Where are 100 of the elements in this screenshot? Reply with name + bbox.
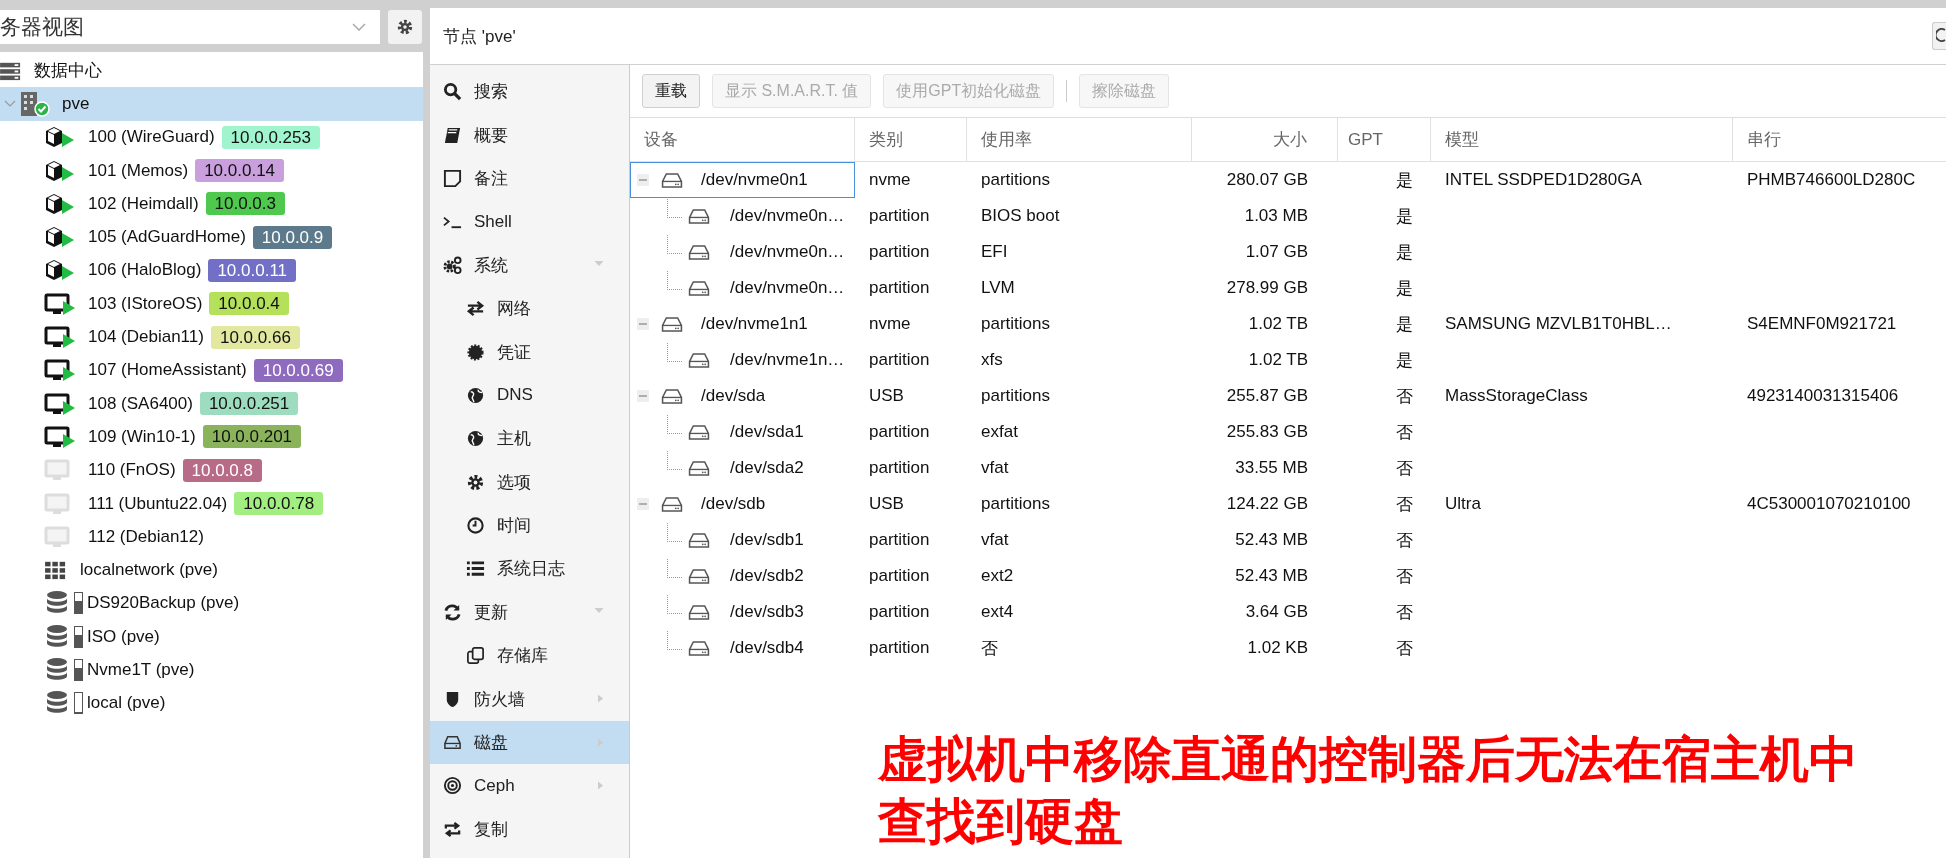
ceph-icon — [443, 776, 462, 796]
column-header[interactable]: 串行 — [1733, 118, 1946, 161]
table-cell-text: 是 — [1395, 205, 1414, 228]
tree-item[interactable]: 107 (HomeAssistant) 10.0.0.69 — [0, 353, 423, 387]
tree-item[interactable]: 108 (SA6400) 10.0.0.251 — [0, 386, 423, 421]
device-cell[interactable]: /dev/nvme1n1 — [630, 306, 855, 342]
tree-item[interactable]: 112 (Debian12) — [0, 520, 423, 554]
device-cell[interactable]: /dev/sda1 — [630, 414, 855, 450]
table-cell-text: EFI — [980, 241, 1009, 263]
tree-item[interactable]: ISO (pve) — [0, 620, 423, 654]
nav-item[interactable]: 复制 — [430, 807, 629, 852]
ip-tag: 10.0.0.201 — [202, 425, 302, 449]
nav-item[interactable]: 备注 — [430, 156, 629, 201]
table-cell-text: partition — [868, 457, 931, 479]
view-selector[interactable]: 务器视图 — [0, 10, 380, 44]
column-header[interactable]: 模型 — [1431, 118, 1733, 161]
tree-item[interactable]: 100 (WireGuard) 10.0.0.253 — [0, 120, 423, 154]
hard-drive-icon — [688, 423, 710, 441]
table-cell-text: 否 — [1395, 565, 1414, 588]
ip-tag: 10.0.0.8 — [182, 458, 262, 482]
device-cell[interactable]: /dev/sdb3 — [630, 594, 855, 630]
nav-item[interactable]: 系统 — [430, 243, 629, 287]
gears-icon — [443, 255, 462, 275]
table-cell-text: partitions — [980, 385, 1051, 407]
tree-item[interactable]: localnetwork (pve) — [0, 553, 423, 587]
book-icon — [443, 125, 462, 145]
device-cell[interactable]: /dev/nvme0n… — [630, 270, 855, 306]
nav-item[interactable]: DNS — [430, 373, 629, 418]
column-header[interactable]: 大小 — [1192, 118, 1338, 161]
table-cell-text: USB — [868, 493, 905, 515]
device-cell[interactable]: /dev/nvme0n1 — [630, 162, 855, 198]
tree-item[interactable]: 102 (Heimdall) 10.0.0.3 — [0, 187, 423, 221]
tree-item[interactable]: local (pve) — [0, 686, 423, 720]
nav-item[interactable]: 更新 — [430, 590, 629, 635]
tree-item[interactable]: DS920Backup (pve) — [0, 586, 423, 621]
device-cell[interactable]: /dev/nvme0n… — [630, 198, 855, 234]
nav-item[interactable]: 时间 — [430, 503, 629, 548]
table-cell-text: 33.55 MB — [1234, 457, 1309, 479]
device-cell[interactable]: /dev/sdb2 — [630, 558, 855, 594]
table-cell-text: 否 — [1395, 601, 1414, 624]
collapse-icon[interactable] — [637, 174, 649, 186]
tree-item[interactable]: Nvme1T (pve) — [0, 653, 423, 687]
tree-item[interactable]: 105 (AdGuardHome) 10.0.0.9 — [0, 220, 423, 254]
panel-title: 节点 'pve' — [443, 25, 516, 48]
table-cell: PHMB746600LD280C — [1747, 170, 1916, 190]
device-cell[interactable]: /dev/sdb1 — [630, 522, 855, 558]
nav-item[interactable]: 网络 — [430, 286, 629, 331]
device-cell[interactable]: /dev/sdb4 — [630, 630, 855, 666]
hard-drive-icon — [688, 603, 710, 621]
tree-item[interactable]: 104 (Debian11) 10.0.0.66 — [0, 320, 423, 354]
table-cell-text: partition — [868, 601, 931, 623]
column-header[interactable]: 设备 — [630, 118, 855, 161]
device-cell[interactable]: /dev/sda2 — [630, 450, 855, 486]
nav-item[interactable]: 防火墙 — [430, 677, 629, 721]
column-header[interactable]: GPT — [1338, 118, 1431, 161]
chevron-down-icon[interactable] — [4, 99, 16, 108]
hard-drive-icon — [688, 279, 710, 297]
reload-button[interactable] — [1932, 22, 1946, 50]
table-cell: 4C530001070210100 — [1747, 494, 1911, 514]
table-cell-text: 否 — [1395, 493, 1414, 516]
nav-item[interactable]: 系统日志 — [430, 547, 629, 591]
usage-meter — [74, 692, 83, 715]
table-cell-text: partition — [868, 241, 931, 263]
device-cell[interactable]: /dev/sda — [630, 378, 855, 414]
collapse-icon[interactable] — [637, 390, 649, 402]
tree-item[interactable]: 111 (Ubuntu22.04) 10.0.0.78 — [0, 486, 423, 521]
chevron-down-icon — [352, 23, 366, 31]
table-cell-text: partition — [868, 637, 931, 659]
nav-item[interactable]: 磁盘 — [430, 720, 629, 765]
table-cell: 4923140031315406 — [1747, 386, 1899, 406]
nav-item[interactable]: Shell — [430, 200, 629, 244]
device-cell[interactable]: /dev/sdb — [630, 486, 855, 522]
nav-item[interactable]: 主机 — [430, 417, 629, 461]
tree-item[interactable]: 103 (IStoreOS) 10.0.0.4 — [0, 287, 423, 321]
nav-item[interactable]: 搜索 — [430, 70, 629, 114]
settings-button[interactable] — [388, 10, 422, 44]
collapse-icon[interactable] — [637, 318, 649, 330]
nav-item[interactable]: 概要 — [430, 113, 629, 157]
column-header[interactable]: 使用率 — [967, 118, 1192, 161]
device-cell[interactable]: /dev/nvme0n… — [630, 234, 855, 270]
toolbar-button[interactable]: 重载 — [642, 74, 700, 108]
table-cell-text: partition — [868, 205, 931, 227]
tree-item[interactable]: 109 (Win10-1) 10.0.0.201 — [0, 420, 423, 454]
collapse-icon[interactable] — [637, 498, 649, 510]
nav-item[interactable]: Ceph — [430, 764, 629, 808]
tree-item[interactable]: 数据中心 — [0, 54, 423, 88]
gear-icon — [466, 472, 485, 492]
list-icon — [466, 559, 485, 579]
device-cell[interactable]: /dev/nvme1n… — [630, 342, 855, 378]
ip-tag: 10.0.0.3 — [205, 192, 285, 216]
table-cell-text: 1.02 KB — [1246, 637, 1309, 659]
tree-item[interactable]: pve — [0, 87, 423, 121]
column-header[interactable]: 类别 — [855, 118, 967, 161]
nav-item[interactable]: 选项 — [430, 460, 629, 504]
nav-item[interactable]: 存储库 — [430, 634, 629, 678]
tree-item[interactable]: 106 (HaloBlog) 10.0.0.11 — [0, 253, 423, 288]
nav-item[interactable]: 凭证 — [430, 330, 629, 374]
tree-item[interactable]: 110 (FnOS) 10.0.0.8 — [0, 453, 423, 487]
tree-item[interactable]: 101 (Memos) 10.0.0.14 — [0, 153, 423, 188]
table-cell-text: 是 — [1395, 313, 1414, 336]
